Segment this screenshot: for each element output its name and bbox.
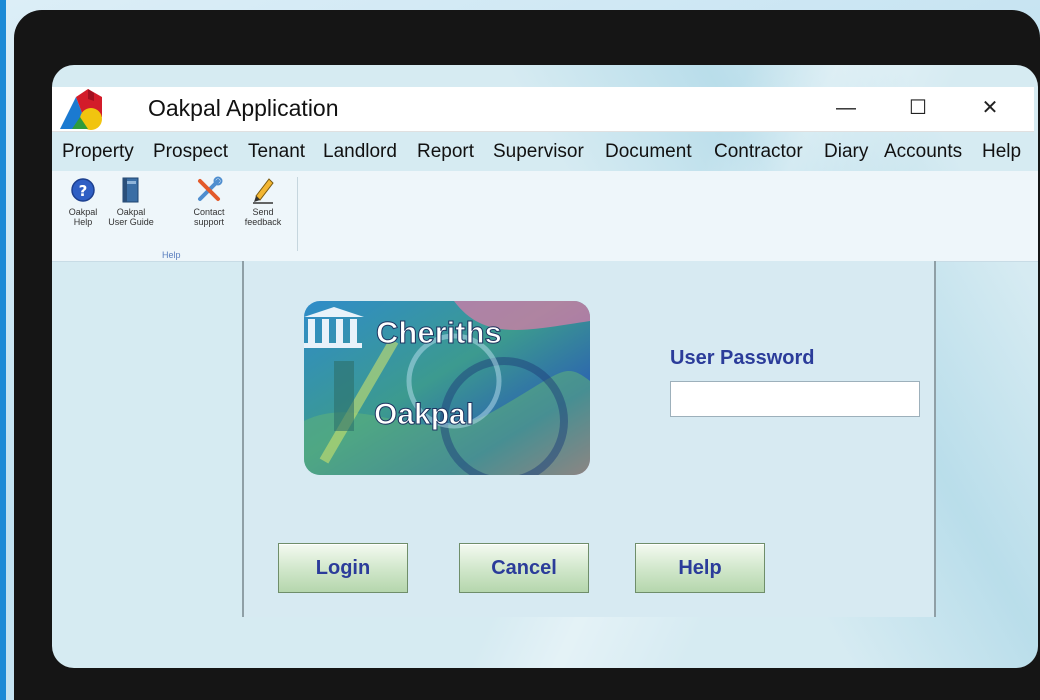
menu-supervisor[interactable]: Supervisor xyxy=(493,141,584,163)
menu-bar: Property Prospect Tenant Landlord Report… xyxy=(52,135,1038,169)
ribbon-label: Send feedback xyxy=(244,207,282,227)
ribbon-toolbar: ? Oakpal Help Oakpal User Guide Contact … xyxy=(52,171,1038,262)
cheriths-oakpal-brand-image: Cheriths Oakpal xyxy=(304,301,590,475)
menu-document[interactable]: Document xyxy=(605,141,692,163)
oakpal-logo-icon xyxy=(60,89,102,130)
menu-contractor[interactable]: Contractor xyxy=(714,141,803,163)
menu-help[interactable]: Help xyxy=(982,141,1021,163)
user-password-label: User Password xyxy=(670,347,815,369)
window-title: Oakpal Application xyxy=(148,95,339,121)
ribbon-label: Oakpal Help xyxy=(68,207,98,227)
title-bar: Oakpal Application — ☐ ✕ xyxy=(52,87,1034,132)
brand-artwork: Cheriths Oakpal xyxy=(304,301,590,475)
cancel-button[interactable]: Cancel xyxy=(459,543,589,593)
login-button[interactable]: Login xyxy=(278,543,408,593)
app-screen: Oakpal Application — ☐ ✕ Property Prospe… xyxy=(52,65,1038,668)
ribbon-label: Oakpal User Guide xyxy=(108,207,154,227)
brand-bottom-text: Oakpal xyxy=(374,398,474,431)
login-panel: Cheriths Oakpal User Password Login Canc… xyxy=(242,261,936,617)
help-circle-icon: ? xyxy=(71,178,95,202)
menu-prospect[interactable]: Prospect xyxy=(153,141,228,163)
menu-diary[interactable]: Diary xyxy=(824,141,868,163)
oakpal-user-guide-button[interactable]: Oakpal User Guide xyxy=(108,175,154,227)
svg-text:?: ? xyxy=(79,182,88,200)
contact-support-button[interactable]: Contact support xyxy=(186,175,232,227)
close-button[interactable]: ✕ xyxy=(970,91,1010,125)
tools-icon xyxy=(198,176,223,201)
menu-tenant[interactable]: Tenant xyxy=(248,141,305,163)
help-button[interactable]: Help xyxy=(635,543,765,593)
pencil-icon xyxy=(253,178,274,204)
minimize-button[interactable]: — xyxy=(826,91,866,125)
menu-accounts[interactable]: Accounts xyxy=(884,141,962,163)
menu-report[interactable]: Report xyxy=(417,141,474,163)
user-password-input[interactable] xyxy=(670,381,920,417)
menu-property[interactable]: Property xyxy=(62,141,134,163)
brand-top-text: Cheriths xyxy=(376,315,502,350)
book-icon xyxy=(122,177,139,203)
desktop-edge xyxy=(0,0,6,700)
send-feedback-button[interactable]: Send feedback xyxy=(240,175,286,227)
monitor-bezel: Oakpal Application — ☐ ✕ Property Prospe… xyxy=(14,10,1040,700)
oakpal-help-button[interactable]: ? Oakpal Help xyxy=(60,175,106,227)
ribbon-group-label: Help xyxy=(162,250,181,260)
menu-landlord[interactable]: Landlord xyxy=(323,141,397,163)
ribbon-label: Contact support xyxy=(193,207,225,227)
ribbon-separator xyxy=(297,177,298,251)
maximize-button[interactable]: ☐ xyxy=(898,91,938,125)
